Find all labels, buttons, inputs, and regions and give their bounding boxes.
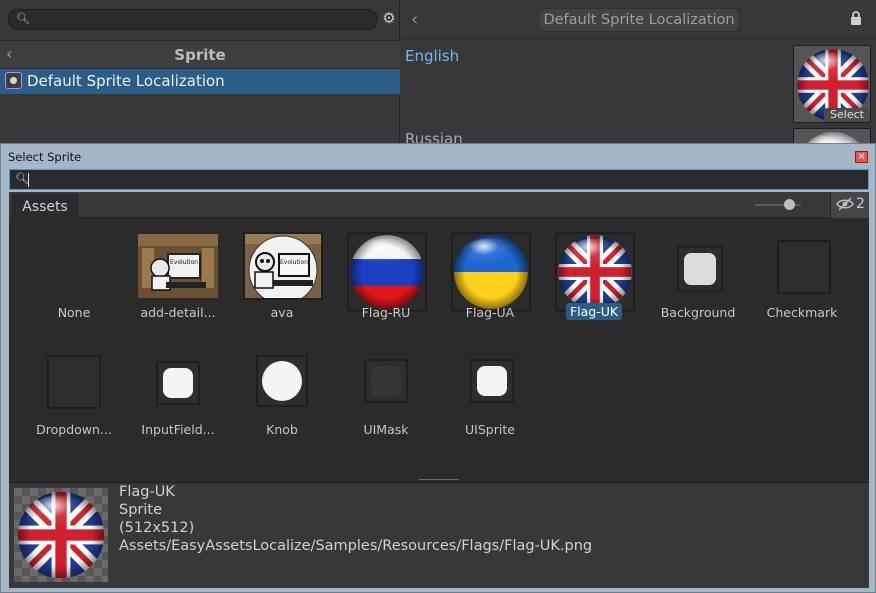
preview-name: Flag-UK [119,484,175,500]
uimask-thumbnail [364,359,408,403]
item-label: Dropdown... [36,422,112,437]
item-label: None [57,305,91,320]
sprite-header: ‹ Sprite [0,40,400,69]
tree-item-label: Default Sprite Localization [27,72,225,90]
sprite-field-english[interactable]: Select [793,45,871,123]
item-label: UISprite [465,422,515,437]
flag-ru-frame [347,232,427,312]
hidden-count: 2 [856,196,865,212]
item-label: Knob [266,422,298,437]
text-caret [28,173,29,187]
grid-item-flag-ru[interactable]: Flag-RU [334,232,438,344]
flag-uk-thumbnail [555,232,635,312]
item-label: add-detail... [140,305,216,320]
background-thumbnail [677,246,723,292]
inspector-title: Default Sprite Localization [538,8,740,32]
checkmark-thumbnail [777,240,831,294]
flag-ua-thumbnail [451,232,531,312]
sprite-header-title: Sprite [174,46,226,64]
item-label: UIMask [363,422,409,437]
item-label: InputField... [141,422,215,437]
language-label-english: English [405,47,460,65]
flag-uk-preview [14,488,108,582]
top-search-field[interactable]: 🔍︎ [8,9,378,30]
preview-type: Sprite [119,502,163,518]
inspector-panel: ‹ Default Sprite Localization English Ru… [401,0,876,148]
select-button[interactable]: Select [824,108,870,122]
item-label: Flag-UA [465,305,515,320]
grid-item-checkmark[interactable]: Checkmark [750,234,854,344]
hierarchy-panel: 🔍︎ ⚙ ‹ Sprite Default Sprite Localizatio… [0,0,400,142]
item-label: Flag-RU [361,305,411,320]
thumbnail-caption: Evolution [280,259,308,266]
dialog-title: Select Sprite [8,150,82,164]
close-icon[interactable]: × [855,151,868,163]
inputfield-thumbnail [156,361,200,405]
hidden-packages-toggle[interactable]: 2 [830,192,869,218]
preview-thumbnail [14,488,108,582]
zoom-slider-handle[interactable] [784,199,795,210]
grid-item-flag-ua[interactable]: Flag-UA [438,232,542,344]
select-sprite-dialog: Select Sprite × 🔍︎ Assets 2 None Evoluti… [0,143,876,593]
lock-icon[interactable] [850,11,862,25]
flag-ru-thumbnail [347,232,427,312]
ava-thumbnail: Evolution [243,232,323,300]
grid-item-none[interactable]: None [22,234,126,344]
preview-path: Assets/EasyAssetsLocalize/Samples/Resour… [119,538,593,554]
grid-item-inputfield[interactable]: InputField... [126,351,230,461]
flag-uk-frame [555,232,635,312]
gear-icon[interactable]: ⚙ [381,10,397,26]
tree-item-default-sprite-localization[interactable]: Default Sprite Localization [0,69,400,94]
tab-bar: Assets 2 [9,192,869,219]
grid-item-dropdown[interactable]: Dropdown... [22,351,126,461]
localization-asset-icon [5,72,22,89]
selected-label: Flag-UK [565,303,623,320]
eye-slash-icon [836,197,854,211]
item-label: Background [660,305,736,320]
chevron-left-icon[interactable]: ‹ [411,9,418,30]
thumbnail-caption: Evolution [170,259,198,266]
add-detail-thumbnail: Evolution [138,234,218,298]
dialog-body: Assets 2 None Evolution add-detail... Ev… [9,192,869,588]
grid-item-uisprite[interactable]: UISprite [438,351,542,461]
divider [401,38,876,39]
grid-item-uimask[interactable]: UIMask [334,351,438,461]
search-icon: 🔍︎ [16,12,30,25]
grid-item-add-detail[interactable]: Evolution add-detail... [126,234,230,344]
preview-size: (512x512) [119,520,195,536]
grid-item-knob[interactable]: Knob [230,351,334,461]
grid-item-ava[interactable]: Evolution ava [230,232,334,344]
item-label-selected: Flag-UK [542,303,646,320]
preview-pane: Flag-UK Sprite (512x512) Assets/EasyAsse… [9,482,869,588]
grid-item-flag-uk[interactable]: Flag-UK [542,232,646,344]
tab-assets[interactable]: Assets [12,194,78,219]
item-label: ava [270,305,294,320]
grid-item-background[interactable]: Background [646,234,750,344]
knob-thumbnail [256,355,308,407]
item-label: Checkmark [766,305,838,320]
dropdown-thumbnail [47,355,101,409]
search-icon: 🔍︎ [15,172,29,185]
uisprite-thumbnail [470,359,514,403]
flag-ua-frame [451,232,531,312]
dialog-search-input[interactable]: 🔍︎ [9,169,869,190]
